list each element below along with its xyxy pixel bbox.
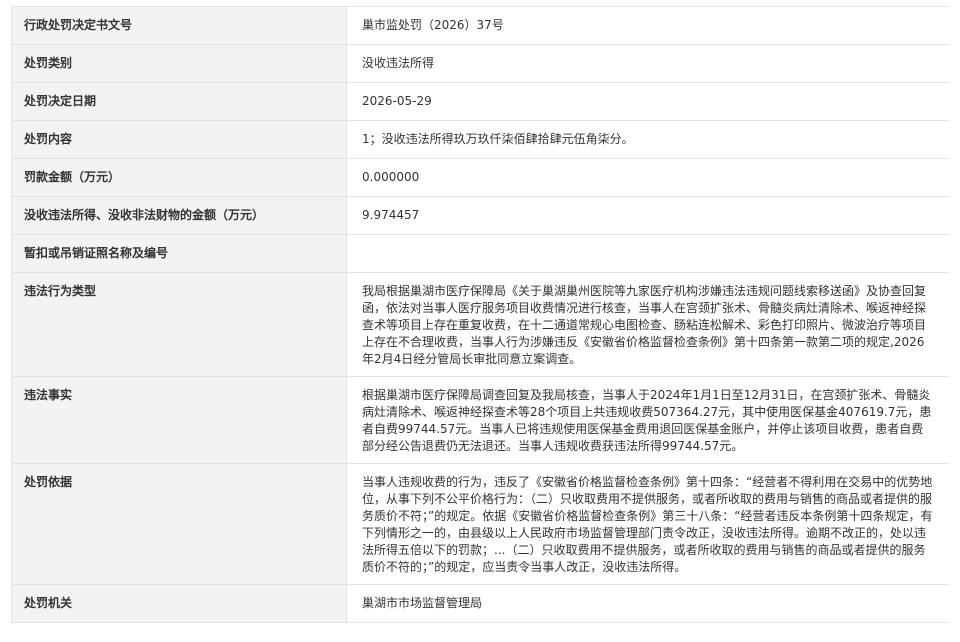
table-row: 处罚依据 当事人违规收费的行为，违反了《安徽省价格监督检查条例》第十四条：“经营…	[11, 463, 949, 585]
row-label: 处罚机关	[11, 584, 347, 623]
row-value: 9.974457	[346, 196, 949, 235]
row-value: 没收违法所得	[346, 44, 949, 83]
table-row: 违法事实 根据巢湖市医疗保障局调查回复及我局核查，当事人于2024年1月1日至1…	[11, 376, 949, 464]
table-row: 处罚内容 1；没收违法所得玖万玖仟柒佰肆拾肆元伍角柒分。	[11, 120, 949, 159]
row-value	[346, 234, 949, 273]
row-value: 巢市监处罚（2026）37号	[346, 6, 949, 45]
row-label: 处罚内容	[11, 120, 347, 159]
row-value: 当事人违规收费的行为，违反了《安徽省价格监督检查条例》第十四条：“经营者不得利用…	[346, 463, 949, 585]
row-label: 没收违法所得、没收非法财物的金额（万元）	[11, 196, 347, 235]
row-label: 处罚决定日期	[11, 82, 347, 121]
table-row: 暂扣或吊销证照名称及编号	[11, 234, 949, 273]
row-value: 2026-05-29	[346, 82, 949, 121]
table-row: 罚款金额（万元） 0.000000	[11, 158, 949, 197]
table-row: 违法行为类型 我局根据巢湖市医疗保障局《关于巢湖巢州医院等九家医疗机构涉嫌违法违…	[11, 272, 949, 377]
row-value: 1；没收违法所得玖万玖仟柒佰肆拾肆元伍角柒分。	[346, 120, 949, 159]
penalty-detail-panel: 行政处罚决定书文号 巢市监处罚（2026）37号 处罚类别 没收违法所得 处罚决…	[11, 6, 949, 642]
table-row: 处罚决定日期 2026-05-29	[11, 82, 949, 121]
row-label: 处罚依据	[11, 463, 347, 585]
table-row: 处罚机关 巢湖市市场监督管理局	[11, 584, 949, 623]
row-label: 违法行为类型	[11, 272, 347, 377]
row-label: 罚款金额（万元）	[11, 158, 347, 197]
penalty-detail-table: 行政处罚决定书文号 巢市监处罚（2026）37号 处罚类别 没收违法所得 处罚决…	[11, 6, 949, 623]
row-value: 我局根据巢湖市医疗保障局《关于巢湖巢州医院等九家医疗机构涉嫌违法违规问题线索移送…	[346, 272, 949, 377]
row-label: 暂扣或吊销证照名称及编号	[11, 234, 347, 273]
table-row: 没收违法所得、没收非法财物的金额（万元） 9.974457	[11, 196, 949, 235]
row-label: 违法事实	[11, 376, 347, 464]
row-label: 行政处罚决定书文号	[11, 6, 347, 45]
row-label: 处罚类别	[11, 44, 347, 83]
row-value: 根据巢湖市医疗保障局调查回复及我局核查，当事人于2024年1月1日至12月31日…	[346, 376, 949, 464]
row-value: 巢湖市市场监督管理局	[346, 584, 949, 623]
table-row: 处罚类别 没收违法所得	[11, 44, 949, 83]
row-value: 0.000000	[346, 158, 949, 197]
table-row: 行政处罚决定书文号 巢市监处罚（2026）37号	[11, 6, 949, 45]
